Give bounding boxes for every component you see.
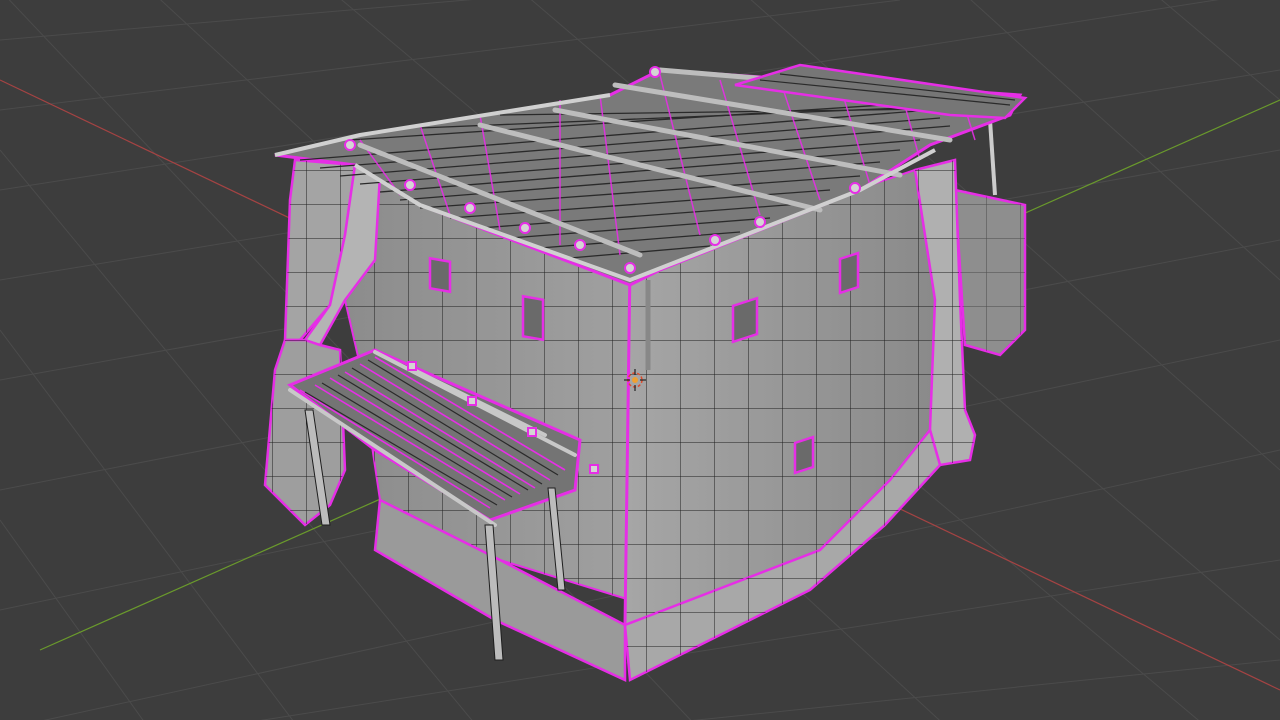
window-right-1[interactable] [731, 296, 759, 344]
window-right-2[interactable] [838, 251, 860, 295]
3d-viewport[interactable] [0, 0, 1280, 720]
viewport-canvas[interactable] [0, 0, 1280, 720]
window-left-1[interactable] [428, 256, 452, 294]
window-right-3[interactable] [793, 435, 815, 475]
house-mesh[interactable] [263, 63, 1028, 682]
side-annex[interactable] [953, 119, 1027, 357]
window-left-2[interactable] [521, 294, 545, 342]
